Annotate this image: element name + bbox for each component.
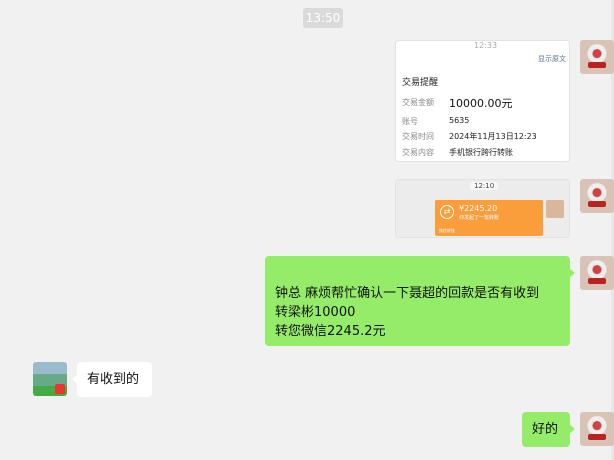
transaction-screenshot-image[interactable]: 12:33 显示原文 交易提醒 交易金额 10000.00元 账号 5635 交… [395,40,570,162]
transaction-title: 交易提醒 [402,78,439,88]
my-avatar[interactable] [580,412,614,446]
tx-value-amount: 10000.00元 [449,97,513,110]
screenshot-time: 12:33 [474,41,498,50]
tx-value-account: 5635 [449,116,470,125]
transfer-subtitle: 你发起了一笔转账 [459,215,500,221]
contact-avatar[interactable] [33,362,67,396]
outgoing-message-bubble[interactable]: 好的 [522,412,575,447]
message-text: 好的 [532,422,559,437]
tx-value-time: 2024年11月13日12:23 [449,132,537,141]
bubble-tail [569,268,575,278]
my-avatar[interactable] [580,179,614,213]
bubble-tail [72,374,78,384]
transfer-screenshot-image[interactable]: 12:10 ⇄ ¥2245.20 你发起了一笔转账 微信转账 [395,179,570,238]
transfer-icon: ⇄ [440,205,454,219]
transfer-avatar [546,200,564,218]
view-original-link[interactable]: 显示原文 [538,54,566,64]
my-avatar[interactable] [580,40,614,74]
tx-label-account: 账号 [402,117,418,126]
timestamp-badge: 13:50 [303,8,343,28]
transfer-screenshot-time: 12:10 [470,182,499,190]
incoming-message-bubble[interactable]: 有收到的 [72,362,152,397]
transfer-footer: 微信转账 [439,228,455,233]
message-line: 转梁彬10000 [275,305,356,320]
my-avatar[interactable] [580,256,614,290]
transfer-card: ⇄ ¥2245.20 你发起了一笔转账 微信转账 [435,200,543,236]
transfer-amount: ¥2245.20 [459,204,498,213]
tx-label-content: 交易内容 [402,148,434,157]
message-line: 转您微信2245.2元 [275,324,386,339]
bubble-tail [569,424,575,434]
tx-label-amount: 交易金额 [402,98,434,107]
message-line: 钟总 麻烦帮忙确认一下聂超的回款是否有收到 [275,286,540,301]
message-text: 有收到的 [87,372,140,387]
outgoing-message-bubble[interactable]: 钟总 麻烦帮忙确认一下聂超的回款是否有收到 转梁彬10000 转您微信2245.… [265,256,575,346]
tx-value-content: 手机银行跨行转账 [449,148,513,157]
tx-label-time: 交易时间 [402,132,434,141]
